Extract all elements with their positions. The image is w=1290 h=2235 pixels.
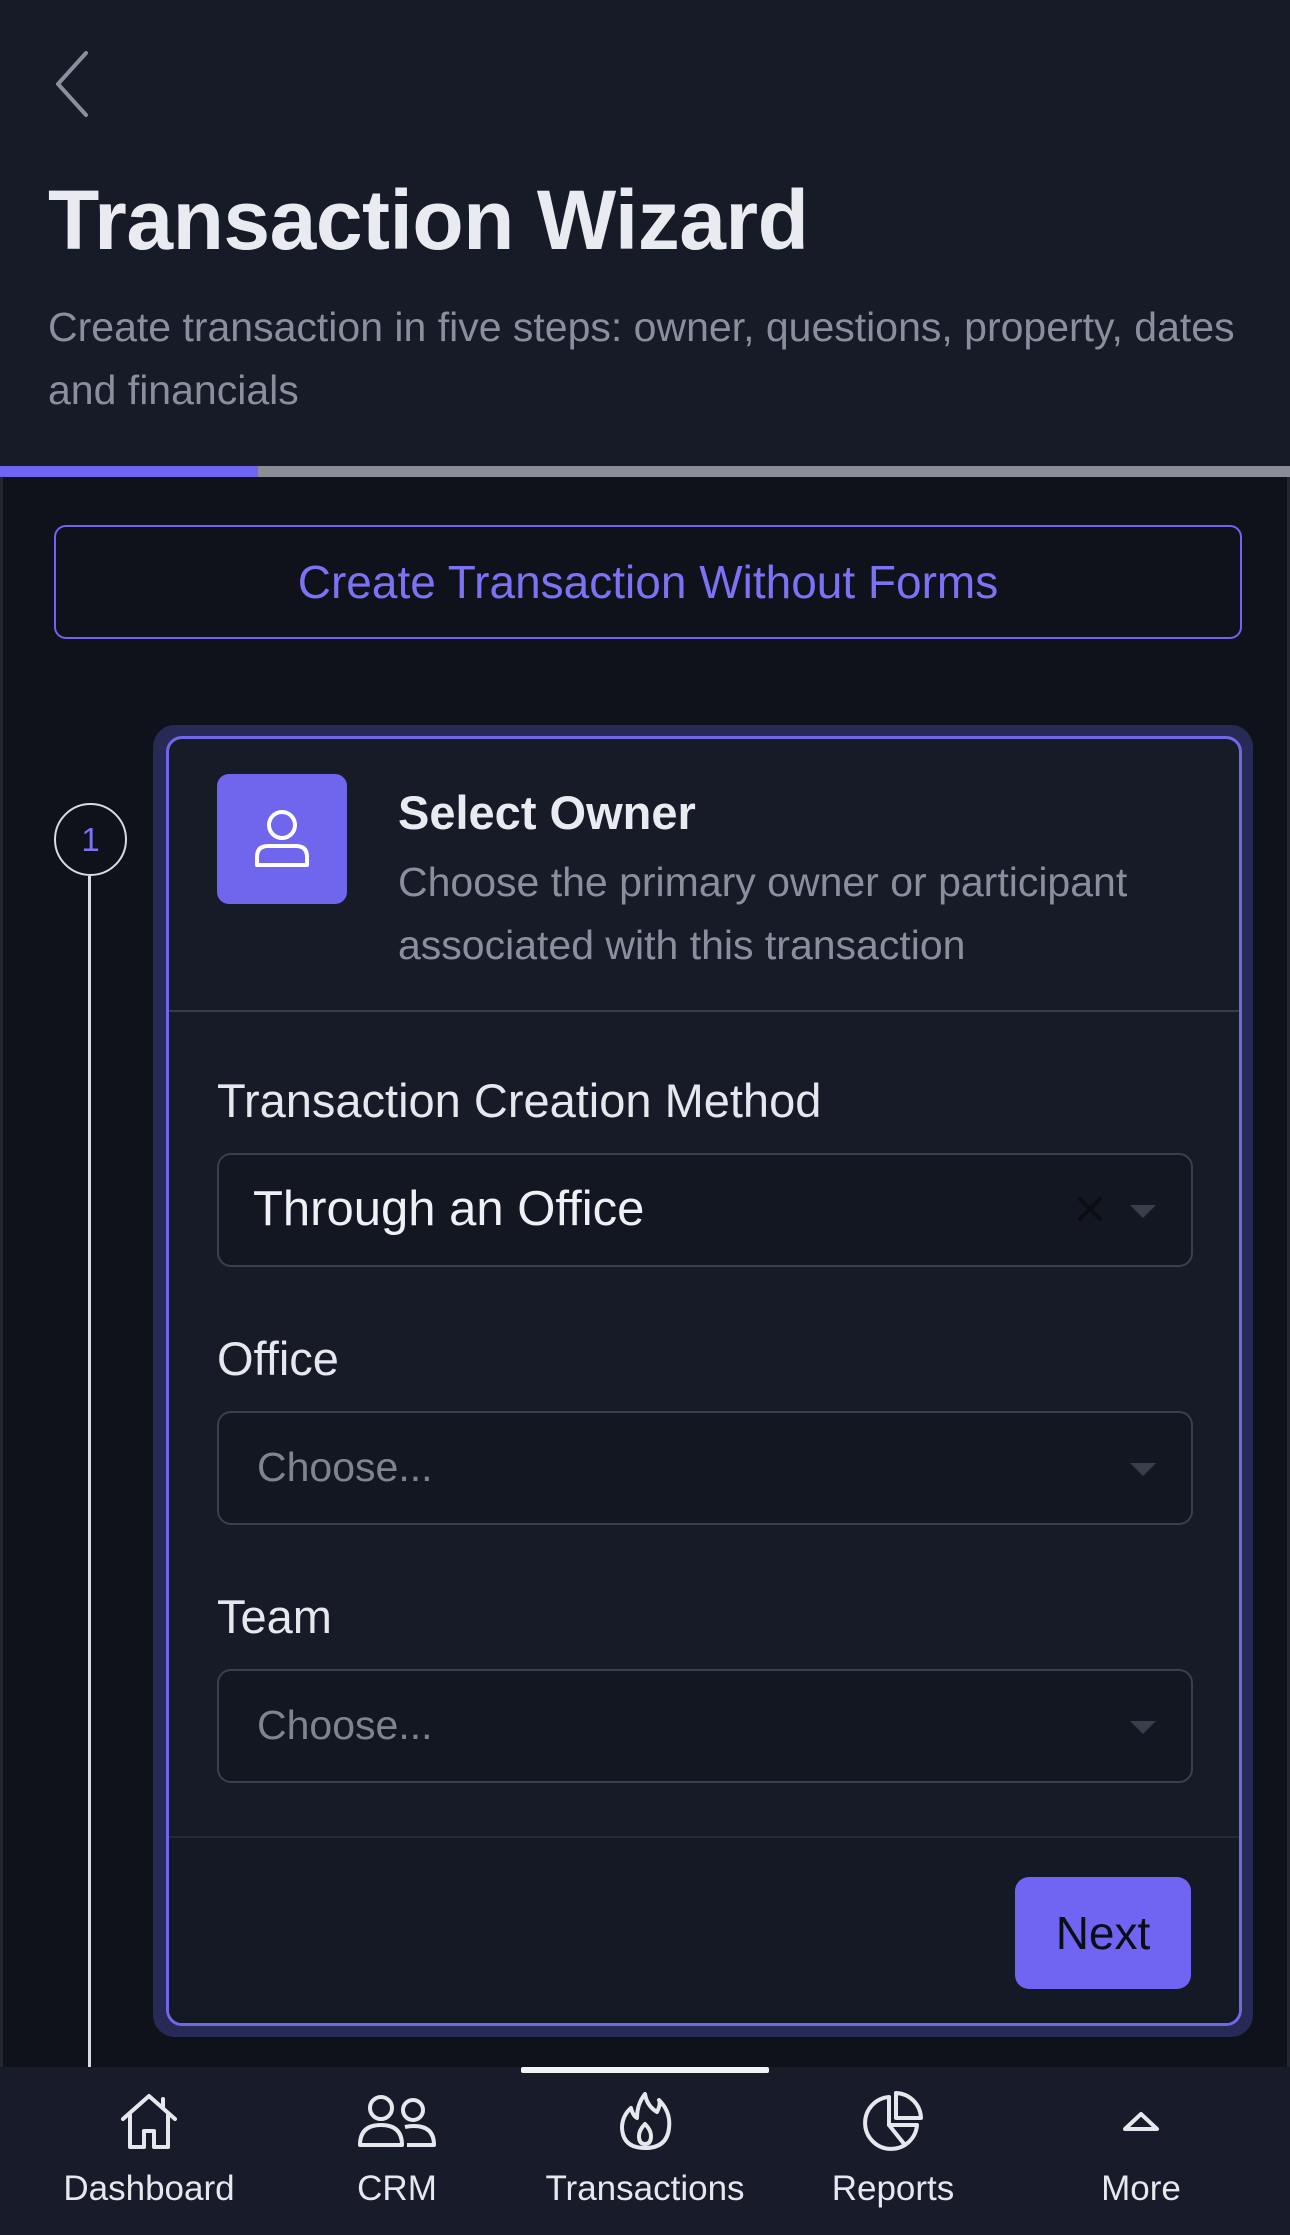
- nav-dashboard[interactable]: Dashboard: [25, 2067, 273, 2235]
- card-header-divider: [169, 1010, 1239, 1012]
- creation-method-select[interactable]: Through an Office: [217, 1153, 1193, 1267]
- transaction-wizard-screen: Transaction Wizard Create transaction in…: [0, 0, 1290, 2235]
- next-button[interactable]: Next: [1015, 1877, 1191, 1989]
- header: Transaction Wizard Create transaction in…: [0, 0, 1290, 466]
- wizard-progress-fill: [0, 466, 258, 477]
- nav-transactions[interactable]: Transactions: [521, 2067, 769, 2235]
- nav-label: Reports: [831, 2169, 955, 2208]
- users-icon: [358, 2095, 436, 2147]
- home-icon: [121, 2094, 177, 2149]
- pie-chart-icon: [863, 2091, 923, 2151]
- office-label: Office: [217, 1332, 339, 1385]
- wizard-progress-bar: [0, 466, 1290, 477]
- nav-label: CRM: [357, 2169, 437, 2208]
- nav-crm[interactable]: CRM: [273, 2067, 521, 2235]
- method-label: Transaction Creation Method: [217, 1074, 822, 1127]
- chevron-down-icon: [1130, 1721, 1156, 1734]
- flame-icon: [620, 2092, 672, 2150]
- team-select[interactable]: Choose...: [217, 1669, 1193, 1783]
- nav-label: Dashboard: [63, 2169, 235, 2208]
- step-connector-line: [88, 876, 91, 2076]
- clear-icon[interactable]: [1074, 1193, 1106, 1225]
- step-title: Select Owner: [398, 786, 696, 839]
- team-label: Team: [217, 1590, 332, 1643]
- nav-label: More: [1101, 2169, 1181, 2208]
- step-number-badge: 1: [54, 803, 127, 876]
- step-description: Choose the primary owner or participant …: [398, 859, 1128, 968]
- chevron-down-icon: [1130, 1463, 1156, 1476]
- back-button[interactable]: [42, 44, 102, 124]
- page-title: Transaction Wizard: [48, 173, 809, 267]
- wizard-content: Create Transaction Without Forms 1 Selec…: [0, 477, 1290, 2076]
- page-subtitle: Create transaction in five steps: owner,…: [48, 304, 1235, 413]
- bottom-navigation: Dashboard CRM Transactions Reports More: [0, 2067, 1290, 2235]
- nav-reports[interactable]: Reports: [769, 2067, 1017, 2235]
- nav-label: Transactions: [545, 2169, 745, 2208]
- team-placeholder: Choose...: [257, 1702, 433, 1748]
- chevron-left-icon: [56, 51, 88, 117]
- user-icon: [255, 810, 309, 867]
- step-icon-box: [217, 774, 347, 904]
- chevron-down-icon: [1130, 1205, 1156, 1218]
- select-owner-card: Select Owner Choose the primary owner or…: [166, 736, 1242, 2026]
- creation-method-value: Through an Office: [253, 1182, 645, 1236]
- card-footer: Next: [169, 1836, 1239, 2023]
- create-without-forms-button[interactable]: Create Transaction Without Forms: [54, 525, 1242, 639]
- office-select[interactable]: Choose...: [217, 1411, 1193, 1525]
- office-placeholder: Choose...: [257, 1444, 433, 1490]
- nav-more[interactable]: More: [1017, 2067, 1265, 2235]
- chevron-up-icon: [1123, 2112, 1159, 2131]
